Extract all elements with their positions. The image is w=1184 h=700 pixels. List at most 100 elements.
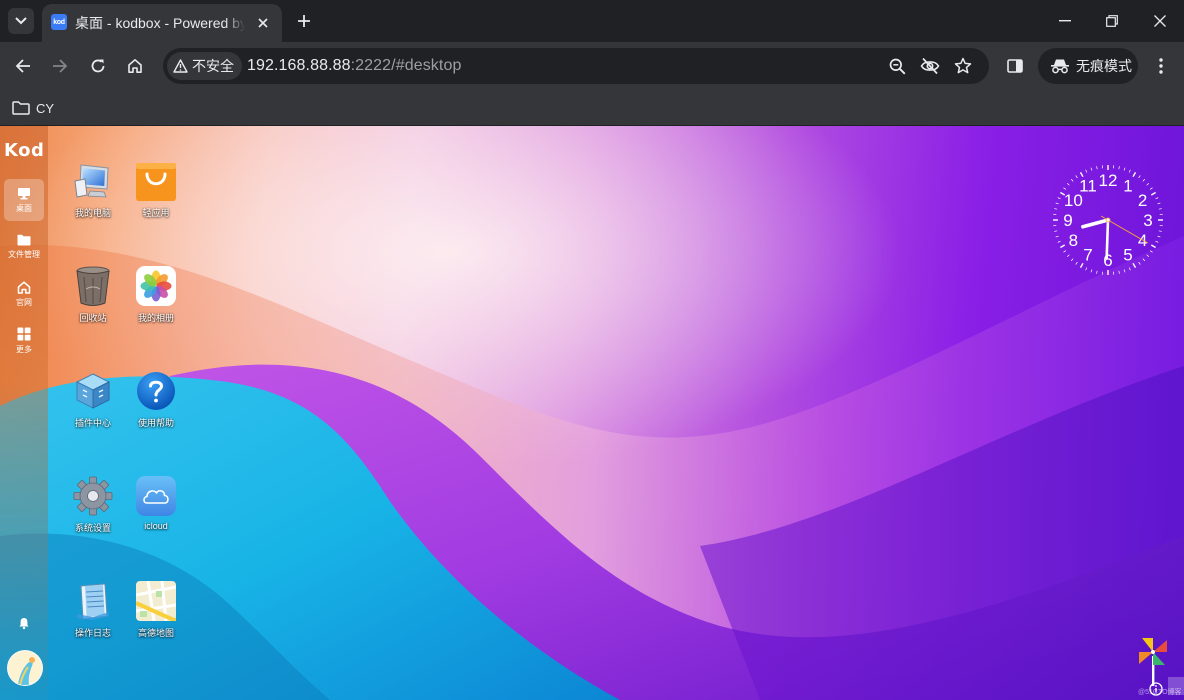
bookmarks-bar: CY [0, 90, 1184, 126]
recycle-bin-icon [76, 266, 110, 306]
url-host: 192.168.88.88 [247, 57, 351, 74]
home-icon [128, 59, 142, 73]
gear-icon [73, 476, 113, 516]
clock-numeral: 7 [1083, 246, 1092, 265]
desktop-icon [18, 187, 30, 199]
tracking-protection-button[interactable] [918, 54, 942, 78]
clock-numeral: 2 [1138, 191, 1147, 210]
forward-icon [53, 59, 68, 73]
minimize-button[interactable] [1042, 0, 1088, 42]
sidebar-item-desktop[interactable]: 桌面 [4, 179, 44, 221]
clock-tick [1075, 261, 1078, 265]
security-label: 不安全 [192, 58, 234, 74]
new-tab-button[interactable] [293, 10, 315, 32]
taskbar-corner[interactable] [1168, 677, 1184, 695]
window-close-icon [1154, 15, 1166, 27]
restore-button[interactable] [1089, 0, 1135, 42]
sidebar-item-files[interactable]: 文件管理 [4, 226, 44, 268]
user-avatar-image [8, 651, 42, 685]
clock-tick [1128, 169, 1131, 173]
sidebar-item-label: 文件管理 [8, 250, 40, 259]
desktop-icon-photos[interactable]: 我的相册 [124, 259, 188, 343]
tab-list-button[interactable] [8, 8, 34, 34]
clock-tick [1096, 270, 1098, 274]
security-indicator[interactable]: 不安全 [167, 52, 242, 80]
clock-tick [1155, 240, 1159, 243]
eye-off-icon [920, 57, 940, 75]
forward-button[interactable] [48, 54, 72, 78]
clock-tick [1142, 258, 1146, 262]
side-panel-button[interactable] [1003, 54, 1027, 78]
clock-tick [1054, 208, 1058, 210]
clock-tick [1055, 202, 1059, 205]
clock-tick [1055, 235, 1059, 238]
clock-tick [1070, 258, 1074, 262]
desktop-icon-help[interactable]: 使用帮助 [124, 364, 188, 448]
desktop-icon-settings[interactable]: 系统设置 [61, 469, 125, 553]
zoom-button[interactable] [885, 54, 909, 78]
bookmark-star-button[interactable] [951, 54, 975, 78]
menu-icon [1159, 58, 1163, 74]
clock-tick [1123, 269, 1126, 273]
clock-tick [1118, 166, 1120, 170]
new-tab-icon [298, 15, 310, 27]
clock-tick [1060, 244, 1066, 249]
url-text[interactable]: 192.168.88.88:2222/#desktop [247, 56, 461, 76]
reload-icon [91, 59, 105, 73]
clock-tick [1132, 262, 1137, 268]
clock-tick [1146, 254, 1150, 258]
sidebar-item-more[interactable]: 更多 [4, 320, 44, 362]
reload-button[interactable] [86, 54, 110, 78]
warning-icon [173, 59, 188, 73]
pinwheel-icon[interactable] [1136, 634, 1170, 686]
clock-tick [1157, 202, 1161, 205]
desktop-icon-label: 我的相册 [137, 313, 174, 323]
browser-menu-button[interactable] [1149, 54, 1173, 78]
desktop-icon-my-computer[interactable]: 我的电脑 [61, 154, 125, 238]
notification-bell-icon[interactable] [17, 616, 31, 630]
folder-icon [17, 234, 31, 246]
clock-center [1105, 217, 1111, 223]
clock-tick [1142, 178, 1146, 182]
desktop-icon-label: 操作日志 [74, 628, 111, 638]
help-icon [137, 372, 175, 410]
close-icon [258, 18, 268, 28]
desktop-icon-recycle-bin[interactable]: 回收站 [61, 259, 125, 343]
bookmark-folder-cy[interactable]: CY [12, 97, 54, 119]
desktop-icon-light-apps[interactable]: 轻应用 [124, 154, 188, 238]
star-icon [954, 57, 972, 74]
plugin-cube-icon [75, 373, 111, 409]
clock-tick [1123, 167, 1126, 171]
sidebar-item-label: 官网 [16, 297, 32, 307]
cloud-icon [136, 476, 176, 516]
desktop-icon-icloud[interactable]: icloud [124, 469, 188, 553]
back-button[interactable] [11, 54, 35, 78]
clock-tick [1090, 167, 1093, 171]
clock-tick [1075, 175, 1078, 179]
clock-tick [1158, 208, 1162, 210]
side-panel-icon [1007, 59, 1023, 73]
incognito-icon [1051, 59, 1069, 74]
incognito-indicator[interactable]: 无痕模式 [1038, 48, 1138, 84]
sidebar-item-website[interactable]: 官网 [4, 273, 44, 315]
address-bar[interactable]: 不安全 192.168.88.88:2222/#desktop [163, 48, 989, 84]
tab-list-icon [15, 17, 27, 25]
analog-clock-widget[interactable]: 121234567891011 [1048, 160, 1168, 280]
zoom-icon [889, 58, 905, 74]
clock-tick [1054, 230, 1058, 232]
desktop-icon-plugin-center[interactable]: 插件中心 [61, 364, 125, 448]
avatar[interactable] [7, 650, 43, 686]
clock-tick [1158, 230, 1162, 232]
clock-numeral: 8 [1069, 231, 1078, 250]
window-close-button[interactable] [1137, 0, 1183, 42]
desktop-icon-gaode-map[interactable]: 高德地图 [124, 574, 188, 658]
desktop-icon-operation-log[interactable]: 操作日志 [61, 574, 125, 658]
browser-tab[interactable]: kod 桌面 - kodbox - Powered by kodbox [42, 4, 282, 42]
clock-tick [1149, 250, 1153, 253]
home-button[interactable] [123, 54, 147, 78]
kodbox-favicon-icon: kod [51, 14, 67, 30]
clock-numeral: 9 [1063, 211, 1072, 230]
tab-close-button[interactable] [254, 14, 272, 32]
bookmark-folder-label: CY [36, 100, 55, 116]
notepad-icon [77, 583, 109, 620]
